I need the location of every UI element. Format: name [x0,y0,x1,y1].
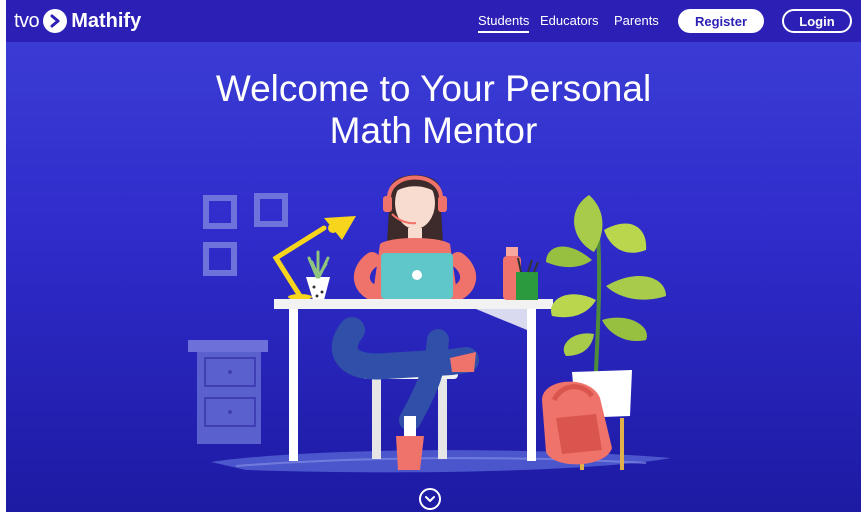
drawer-cabinet [188,340,268,444]
small-potted-plant [306,250,330,300]
scroll-down-button[interactable] [419,488,441,510]
chevron-down-icon [425,496,435,502]
chair-and-legs [331,317,479,470]
student-at-desk-illustration [188,175,671,473]
page-frame: tvo Mathify Students Educators Parents R… [6,0,861,512]
bottle-and-pencil-cup [503,247,539,300]
laptop [381,253,453,299]
wall-frames [203,193,288,276]
